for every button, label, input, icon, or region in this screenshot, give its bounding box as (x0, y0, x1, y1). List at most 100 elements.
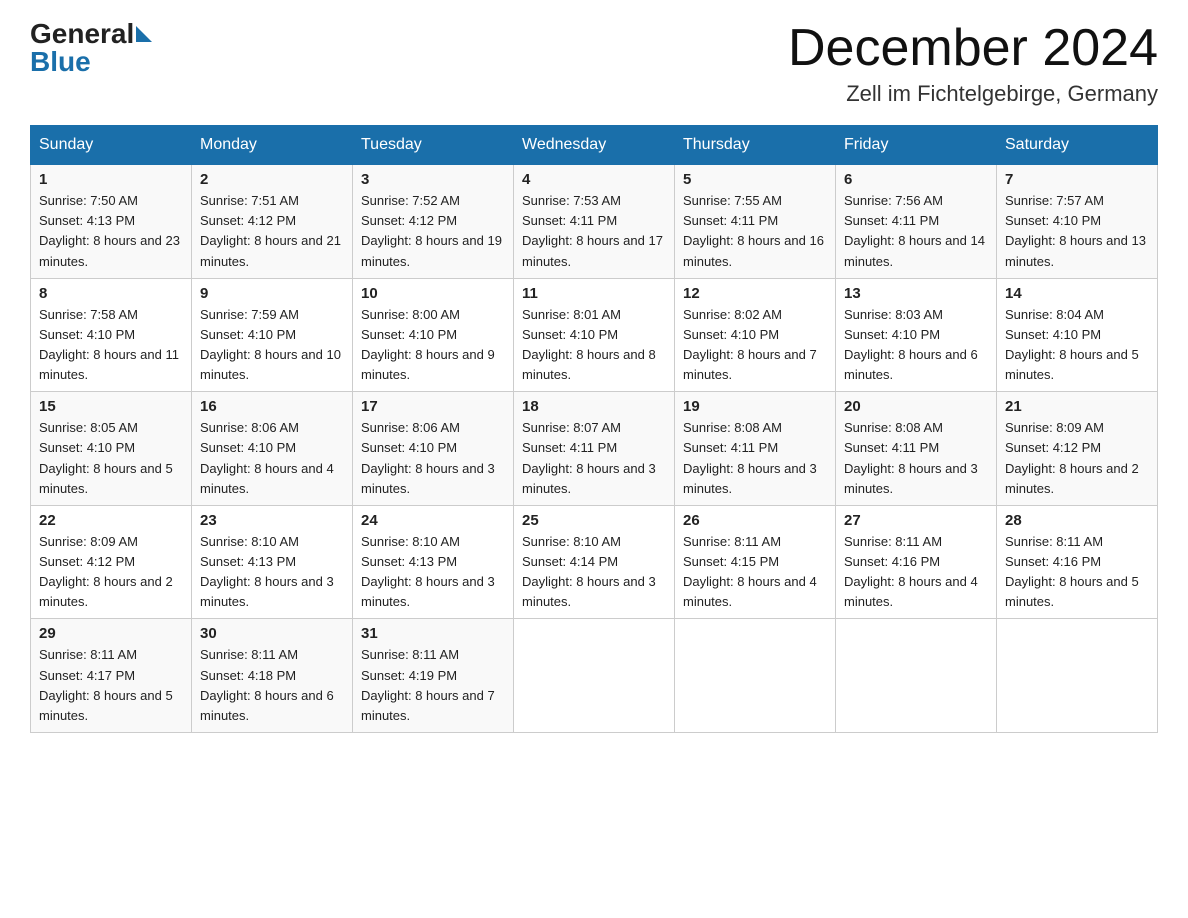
calendar-table: Sunday Monday Tuesday Wednesday Thursday… (30, 125, 1158, 733)
table-row: 6 Sunrise: 7:56 AMSunset: 4:11 PMDayligh… (836, 165, 997, 279)
table-row: 17 Sunrise: 8:06 AMSunset: 4:10 PMDaylig… (353, 392, 514, 506)
day-number: 18 (522, 398, 666, 415)
table-row: 25 Sunrise: 8:10 AMSunset: 4:14 PMDaylig… (514, 505, 675, 619)
table-row: 18 Sunrise: 8:07 AMSunset: 4:11 PMDaylig… (514, 392, 675, 506)
table-row: 26 Sunrise: 8:11 AMSunset: 4:15 PMDaylig… (675, 505, 836, 619)
day-number: 9 (200, 285, 344, 302)
table-row: 14 Sunrise: 8:04 AMSunset: 4:10 PMDaylig… (997, 278, 1158, 392)
table-row: 5 Sunrise: 7:55 AMSunset: 4:11 PMDayligh… (675, 165, 836, 279)
day-number: 19 (683, 398, 827, 415)
day-number: 22 (39, 512, 183, 529)
table-row: 12 Sunrise: 8:02 AMSunset: 4:10 PMDaylig… (675, 278, 836, 392)
table-row: 9 Sunrise: 7:59 AMSunset: 4:10 PMDayligh… (192, 278, 353, 392)
table-row: 24 Sunrise: 8:10 AMSunset: 4:13 PMDaylig… (353, 505, 514, 619)
day-info: Sunrise: 8:06 AMSunset: 4:10 PMDaylight:… (200, 420, 334, 495)
day-number: 23 (200, 512, 344, 529)
day-info: Sunrise: 8:09 AMSunset: 4:12 PMDaylight:… (39, 534, 173, 609)
table-row (836, 619, 997, 733)
table-row: 19 Sunrise: 8:08 AMSunset: 4:11 PMDaylig… (675, 392, 836, 506)
table-row: 16 Sunrise: 8:06 AMSunset: 4:10 PMDaylig… (192, 392, 353, 506)
day-info: Sunrise: 7:58 AMSunset: 4:10 PMDaylight:… (39, 307, 179, 382)
day-number: 4 (522, 171, 666, 188)
calendar-week-row: 29 Sunrise: 8:11 AMSunset: 4:17 PMDaylig… (31, 619, 1158, 733)
day-info: Sunrise: 7:53 AMSunset: 4:11 PMDaylight:… (522, 193, 663, 268)
month-title: December 2024 (788, 20, 1158, 77)
day-info: Sunrise: 7:50 AMSunset: 4:13 PMDaylight:… (39, 193, 180, 268)
day-info: Sunrise: 7:57 AMSunset: 4:10 PMDaylight:… (1005, 193, 1146, 268)
day-number: 13 (844, 285, 988, 302)
table-row: 2 Sunrise: 7:51 AMSunset: 4:12 PMDayligh… (192, 165, 353, 279)
day-info: Sunrise: 8:11 AMSunset: 4:16 PMDaylight:… (844, 534, 978, 609)
day-number: 6 (844, 171, 988, 188)
day-number: 20 (844, 398, 988, 415)
day-number: 5 (683, 171, 827, 188)
day-number: 2 (200, 171, 344, 188)
logo-arrow-icon (136, 26, 152, 42)
day-number: 31 (361, 625, 505, 642)
col-tuesday: Tuesday (353, 126, 514, 165)
location-title: Zell im Fichtelgebirge, Germany (788, 81, 1158, 107)
day-number: 15 (39, 398, 183, 415)
day-info: Sunrise: 8:10 AMSunset: 4:14 PMDaylight:… (522, 534, 656, 609)
day-info: Sunrise: 8:06 AMSunset: 4:10 PMDaylight:… (361, 420, 495, 495)
day-info: Sunrise: 8:11 AMSunset: 4:16 PMDaylight:… (1005, 534, 1139, 609)
day-number: 25 (522, 512, 666, 529)
day-info: Sunrise: 8:08 AMSunset: 4:11 PMDaylight:… (844, 420, 978, 495)
col-sunday: Sunday (31, 126, 192, 165)
col-friday: Friday (836, 126, 997, 165)
day-info: Sunrise: 8:11 AMSunset: 4:18 PMDaylight:… (200, 647, 334, 722)
table-row: 3 Sunrise: 7:52 AMSunset: 4:12 PMDayligh… (353, 165, 514, 279)
table-row (514, 619, 675, 733)
day-info: Sunrise: 8:10 AMSunset: 4:13 PMDaylight:… (361, 534, 495, 609)
table-row: 1 Sunrise: 7:50 AMSunset: 4:13 PMDayligh… (31, 165, 192, 279)
table-row: 7 Sunrise: 7:57 AMSunset: 4:10 PMDayligh… (997, 165, 1158, 279)
day-number: 14 (1005, 285, 1149, 302)
logo: General Blue (30, 20, 152, 78)
day-number: 1 (39, 171, 183, 188)
day-number: 8 (39, 285, 183, 302)
day-info: Sunrise: 7:56 AMSunset: 4:11 PMDaylight:… (844, 193, 985, 268)
col-wednesday: Wednesday (514, 126, 675, 165)
day-number: 17 (361, 398, 505, 415)
col-monday: Monday (192, 126, 353, 165)
day-info: Sunrise: 8:00 AMSunset: 4:10 PMDaylight:… (361, 307, 495, 382)
calendar-week-row: 8 Sunrise: 7:58 AMSunset: 4:10 PMDayligh… (31, 278, 1158, 392)
table-row: 23 Sunrise: 8:10 AMSunset: 4:13 PMDaylig… (192, 505, 353, 619)
calendar-week-row: 15 Sunrise: 8:05 AMSunset: 4:10 PMDaylig… (31, 392, 1158, 506)
table-row: 20 Sunrise: 8:08 AMSunset: 4:11 PMDaylig… (836, 392, 997, 506)
day-number: 24 (361, 512, 505, 529)
table-row (997, 619, 1158, 733)
logo-blue-text: Blue (30, 46, 91, 78)
day-number: 21 (1005, 398, 1149, 415)
table-row: 27 Sunrise: 8:11 AMSunset: 4:16 PMDaylig… (836, 505, 997, 619)
day-info: Sunrise: 8:11 AMSunset: 4:17 PMDaylight:… (39, 647, 173, 722)
day-info: Sunrise: 7:51 AMSunset: 4:12 PMDaylight:… (200, 193, 341, 268)
day-info: Sunrise: 8:10 AMSunset: 4:13 PMDaylight:… (200, 534, 334, 609)
table-row: 28 Sunrise: 8:11 AMSunset: 4:16 PMDaylig… (997, 505, 1158, 619)
day-info: Sunrise: 8:08 AMSunset: 4:11 PMDaylight:… (683, 420, 817, 495)
day-number: 26 (683, 512, 827, 529)
day-info: Sunrise: 8:01 AMSunset: 4:10 PMDaylight:… (522, 307, 656, 382)
day-info: Sunrise: 8:04 AMSunset: 4:10 PMDaylight:… (1005, 307, 1139, 382)
table-row: 10 Sunrise: 8:00 AMSunset: 4:10 PMDaylig… (353, 278, 514, 392)
header: General Blue December 2024 Zell im Ficht… (30, 20, 1158, 107)
day-info: Sunrise: 8:11 AMSunset: 4:15 PMDaylight:… (683, 534, 817, 609)
day-number: 11 (522, 285, 666, 302)
table-row (675, 619, 836, 733)
title-area: December 2024 Zell im Fichtelgebirge, Ge… (788, 20, 1158, 107)
logo-general-text: General (30, 20, 134, 48)
table-row: 21 Sunrise: 8:09 AMSunset: 4:12 PMDaylig… (997, 392, 1158, 506)
day-number: 29 (39, 625, 183, 642)
calendar-week-row: 22 Sunrise: 8:09 AMSunset: 4:12 PMDaylig… (31, 505, 1158, 619)
day-number: 10 (361, 285, 505, 302)
day-info: Sunrise: 8:11 AMSunset: 4:19 PMDaylight:… (361, 647, 495, 722)
calendar-week-row: 1 Sunrise: 7:50 AMSunset: 4:13 PMDayligh… (31, 165, 1158, 279)
col-thursday: Thursday (675, 126, 836, 165)
day-info: Sunrise: 7:55 AMSunset: 4:11 PMDaylight:… (683, 193, 824, 268)
day-info: Sunrise: 8:09 AMSunset: 4:12 PMDaylight:… (1005, 420, 1139, 495)
table-row: 4 Sunrise: 7:53 AMSunset: 4:11 PMDayligh… (514, 165, 675, 279)
day-number: 27 (844, 512, 988, 529)
day-info: Sunrise: 7:52 AMSunset: 4:12 PMDaylight:… (361, 193, 502, 268)
table-row: 22 Sunrise: 8:09 AMSunset: 4:12 PMDaylig… (31, 505, 192, 619)
day-number: 12 (683, 285, 827, 302)
